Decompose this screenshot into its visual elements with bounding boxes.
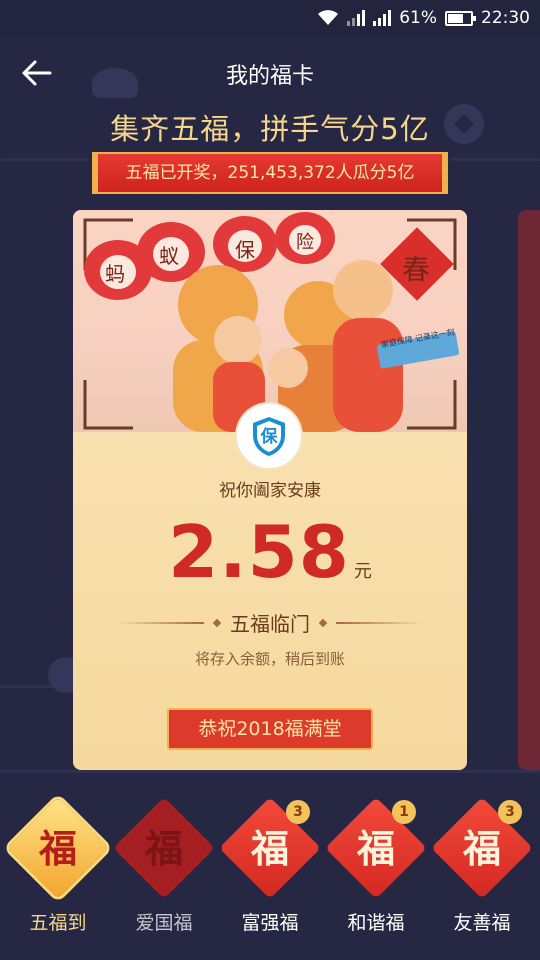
fu-card-label: 友善福: [453, 912, 511, 934]
divider-dot: [212, 618, 222, 627]
headline: 集齐五福，拼手气分5亿: [110, 112, 430, 146]
fu-card-wufudao[interactable]: 福 五福到: [7, 797, 116, 956]
insurance-badge: 保: [237, 404, 301, 468]
lottery-ribbon: 五福已开奖，251,453,372人瓜分5亿: [92, 152, 448, 194]
wifi-icon: [318, 10, 339, 25]
next-card-peek[interactable]: [518, 210, 540, 770]
count-badge: 3: [498, 800, 522, 824]
fu-glyph: 福: [356, 826, 395, 871]
reward-card: 蚂 蚁 保 险 春 家庭保障 记录这一刻 保 祝你阖家安康 2.58 元 五福临门…: [73, 210, 467, 770]
fu-card-label: 爱国福: [135, 912, 193, 934]
count-badge: 3: [286, 800, 310, 824]
bg-decoration-line: [0, 770, 540, 773]
bg-decoration-line: [0, 158, 90, 161]
fu-card-label: 富强福: [241, 912, 299, 934]
spring-char: 春: [402, 253, 431, 286]
clock: 22:30: [481, 8, 530, 28]
signal-icon: [347, 10, 366, 26]
subtitle-row: 五福临门: [73, 608, 467, 637]
bg-decoration-line: [450, 158, 540, 161]
fu-card-youshanfu[interactable]: 福 3 友善福: [431, 797, 540, 956]
fu-glyph: 福: [144, 826, 183, 871]
fu-card-fuqiangfu[interactable]: 福 3 富强福: [219, 797, 328, 956]
subtitle: 五福临门: [230, 612, 310, 636]
badge-char: 保: [260, 427, 278, 447]
fu-glyph: 福: [38, 826, 77, 871]
battery-percent: 61%: [399, 8, 437, 28]
divider-line: [118, 621, 204, 624]
deposit-note: 将存入余额，稍后到账: [194, 650, 345, 668]
fu-card-hexiefu[interactable]: 福 1 和谐福: [325, 797, 434, 956]
signal-icon: [373, 10, 392, 26]
fu-card-aiguofu[interactable]: 福 爱国福: [113, 797, 222, 956]
lantern-char: 保: [235, 238, 255, 262]
status-bar: 61% 22:30: [0, 0, 540, 36]
divider-line: [336, 621, 422, 624]
lantern-char: 蚁: [159, 244, 179, 268]
lantern-char: 蚂: [105, 262, 125, 286]
fu-card-label: 五福到: [29, 912, 87, 934]
amount-unit: 元: [353, 561, 372, 582]
battery-icon: [445, 10, 476, 26]
fu-card-label: 和谐福: [347, 912, 405, 934]
congrats-button[interactable]: 恭祝2018福满堂: [167, 708, 373, 750]
count-badge: 1: [392, 800, 416, 824]
page-title: 我的福卡: [225, 64, 314, 89]
lantern-char: 险: [296, 232, 314, 253]
fu-glyph: 福: [462, 826, 501, 871]
fu-glyph: 福: [250, 826, 289, 871]
amount-row: 2.58 元: [73, 510, 467, 594]
amount-value: 2.58: [168, 510, 350, 594]
divider-dot: [318, 618, 328, 627]
family-illustration: 蚂 蚁 保 险 春 家庭保障 记录这一刻: [73, 210, 467, 432]
wish-text: 祝你阖家安康: [219, 481, 321, 501]
